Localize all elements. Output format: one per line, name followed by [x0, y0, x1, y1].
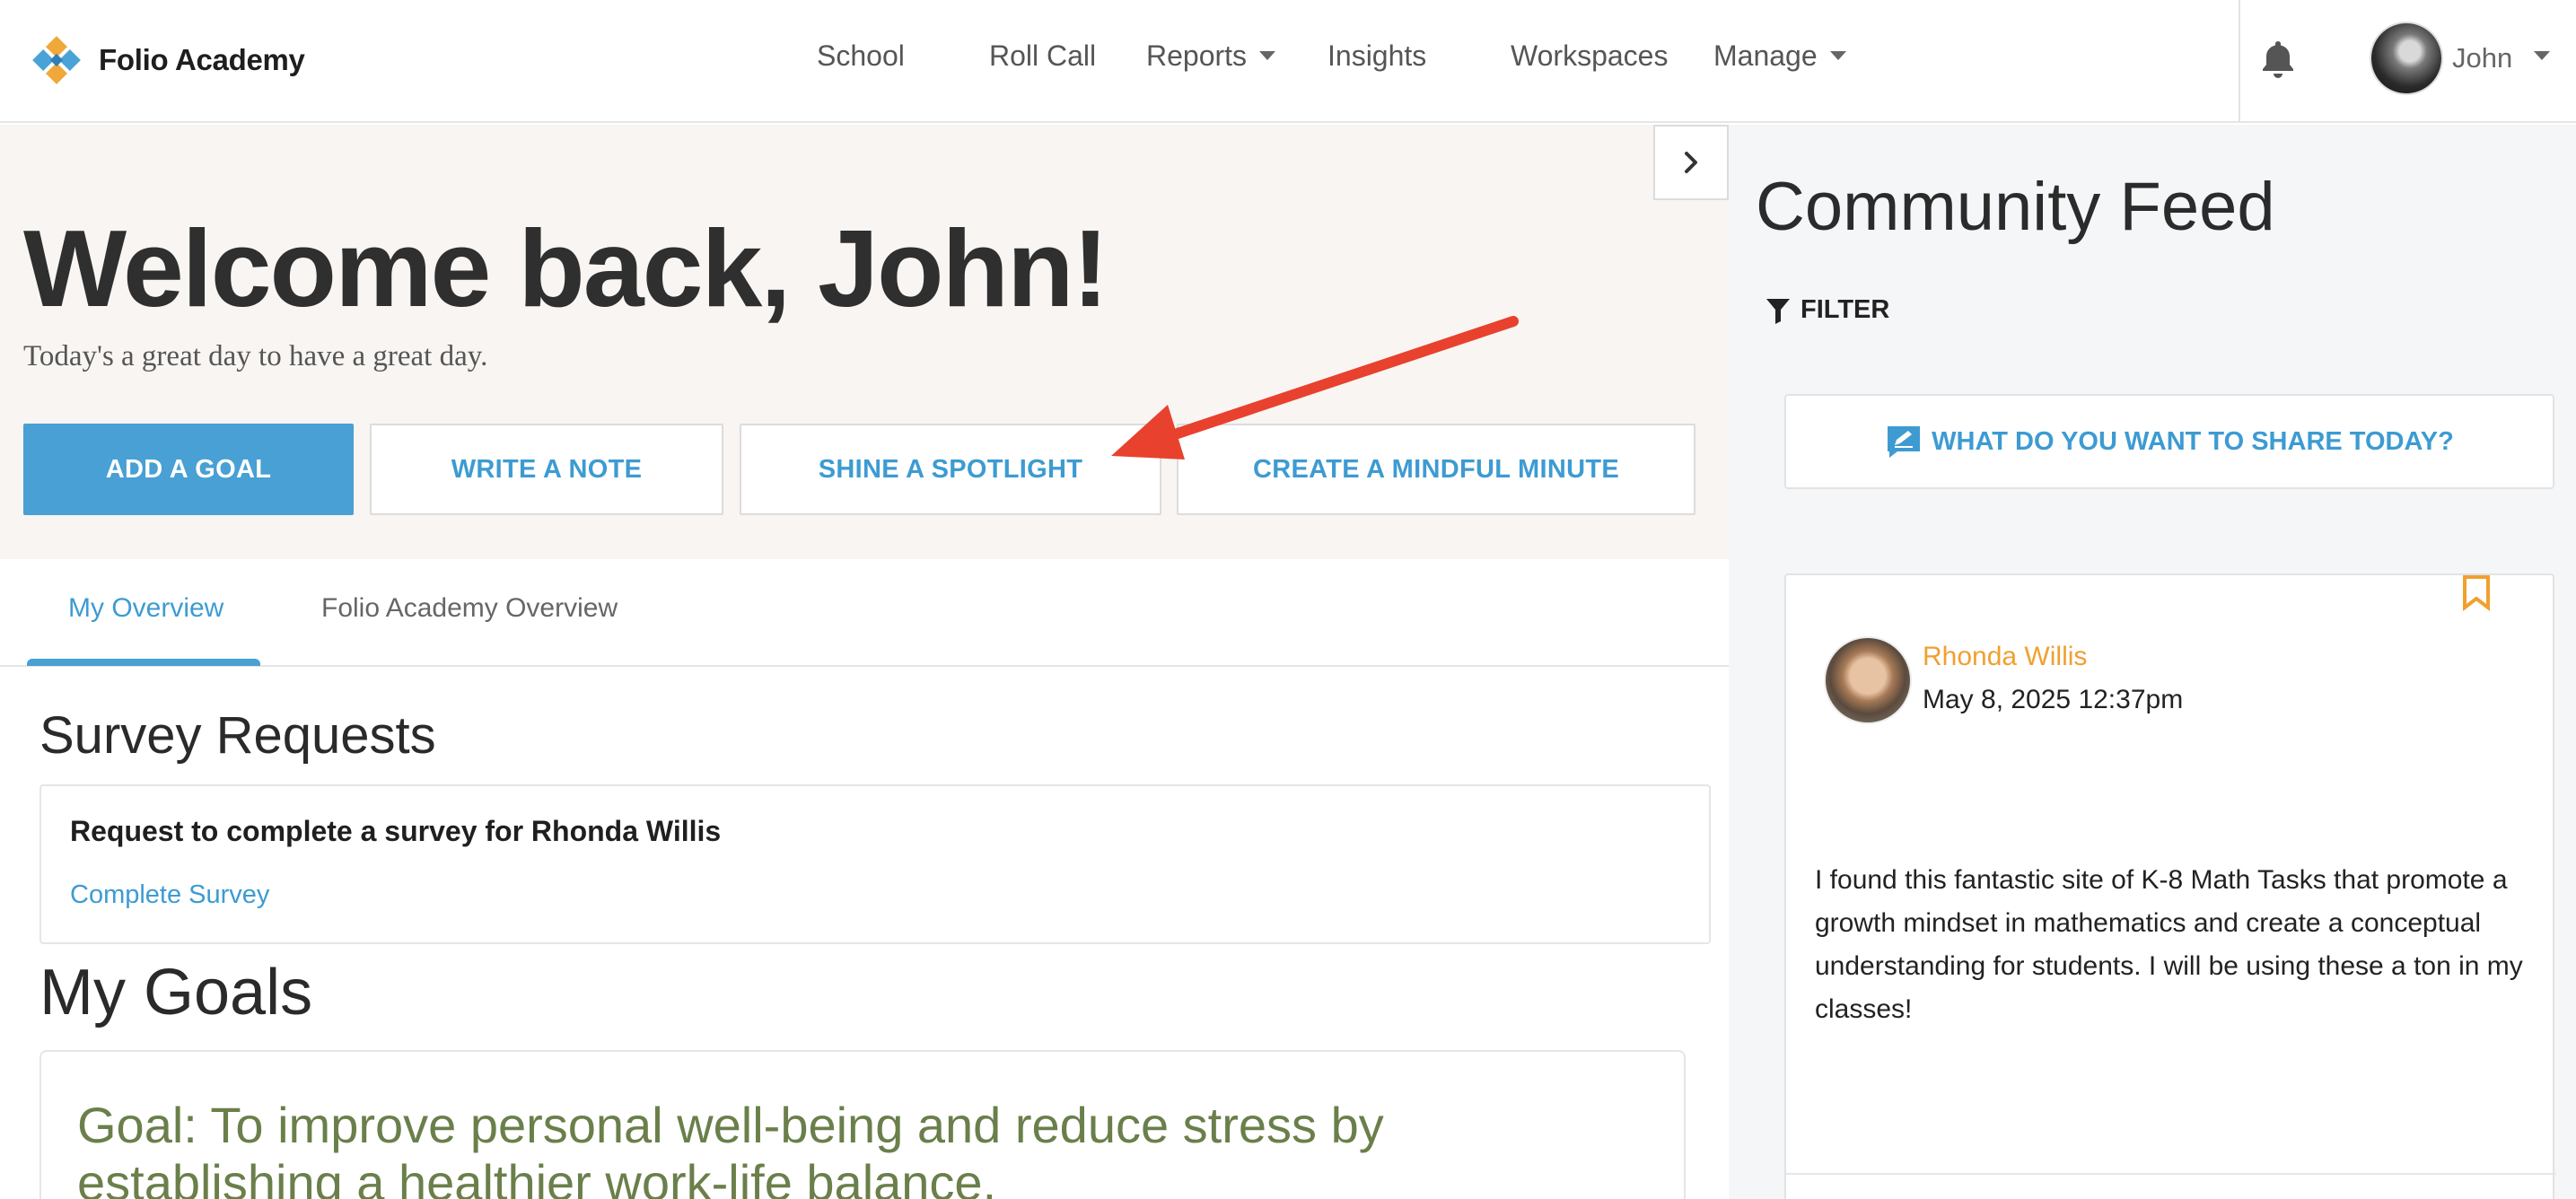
goal-text: Goal: To improve personal well-being and… [77, 1097, 1384, 1199]
folio-logo-icon [32, 36, 81, 84]
welcome-hero: Welcome back, John! Today's a great day … [0, 125, 1729, 559]
filter-button[interactable]: FILTER [1765, 295, 1889, 325]
nav-reports-label: Reports [1146, 39, 1248, 72]
my-goals-title: My Goals [39, 957, 313, 1028]
nav-roll-call[interactable]: Roll Call [989, 39, 1096, 73]
author-avatar[interactable] [1824, 636, 1912, 724]
chevron-down-icon [1259, 50, 1276, 60]
goal-card[interactable]: Goal: To improve personal well-being and… [39, 1050, 1686, 1199]
chevron-right-icon [1685, 152, 1697, 173]
add-goal-button[interactable]: ADD A GOAL [23, 424, 354, 515]
nav-insights[interactable]: Insights [1327, 39, 1426, 73]
create-mindful-minute-button[interactable]: CREATE A MINDFUL MINUTE [1177, 424, 1695, 515]
top-navbar: Folio Academy School Roll Call Reports I… [0, 0, 2576, 123]
bell-icon[interactable] [2258, 38, 2298, 81]
post-divider [1786, 1173, 2556, 1175]
post-date: May 8, 2025 12:37pm [1923, 685, 2184, 714]
filter-label: FILTER [1801, 295, 1890, 324]
share-prompt-button[interactable]: WHAT DO YOU WANT TO SHARE TODAY? [1784, 394, 2554, 489]
shine-spotlight-button[interactable]: SHINE A SPOTLIGHT [740, 424, 1161, 515]
nav-reports[interactable]: Reports [1146, 39, 1276, 73]
post-author-link[interactable]: Rhonda Willis [1923, 642, 2087, 672]
nav-manage[interactable]: Manage [1713, 39, 1846, 73]
brand[interactable]: Folio Academy [29, 32, 305, 88]
complete-survey-link[interactable]: Complete Survey [70, 880, 269, 910]
share-prompt-label: WHAT DO YOU WANT TO SHARE TODAY? [1932, 426, 2454, 456]
nav-school[interactable]: School [817, 39, 905, 73]
write-note-button[interactable]: WRITE A NOTE [370, 424, 723, 515]
feed-post: Rhonda Willis May 8, 2025 12:37pm I foun… [1784, 573, 2556, 1199]
survey-requests-title: Survey Requests [39, 706, 436, 765]
nav-divider [2239, 0, 2240, 123]
welcome-subtitle: Today's a great day to have a great day. [23, 340, 488, 372]
avatar [2370, 22, 2443, 95]
filter-icon [1766, 298, 1790, 324]
chevron-down-icon [1829, 50, 1846, 60]
chevron-down-icon [2534, 51, 2551, 60]
bookmark-icon[interactable] [2461, 575, 2492, 611]
nav-workspaces[interactable]: Workspaces [1511, 39, 1668, 73]
nav-manage-label: Manage [1713, 39, 1818, 72]
overview-tabs: My Overview Folio Academy Overview [0, 559, 1729, 667]
community-feed-title: Community Feed [1756, 169, 2275, 245]
compose-icon [1888, 426, 1921, 458]
tab-my-overview[interactable]: My Overview [68, 593, 223, 624]
survey-request-title: Request to complete a survey for Rhonda … [70, 815, 722, 847]
tab-folio-academy-overview[interactable]: Folio Academy Overview [321, 593, 618, 624]
user-menu[interactable]: John [2370, 22, 2551, 95]
survey-request-card: Request to complete a survey for Rhonda … [39, 784, 1711, 944]
post-body: I found this fantastic site of K-8 Math … [1815, 865, 2523, 1024]
welcome-title: Welcome back, John! [23, 207, 1108, 329]
collapse-feed-button[interactable] [1653, 125, 1729, 200]
active-tab-indicator [27, 659, 260, 666]
community-feed: Community Feed FILTER WHAT DO YOU WANT T… [1729, 125, 2576, 1199]
user-name: John [2452, 42, 2513, 74]
brand-name: Folio Academy [99, 43, 305, 76]
